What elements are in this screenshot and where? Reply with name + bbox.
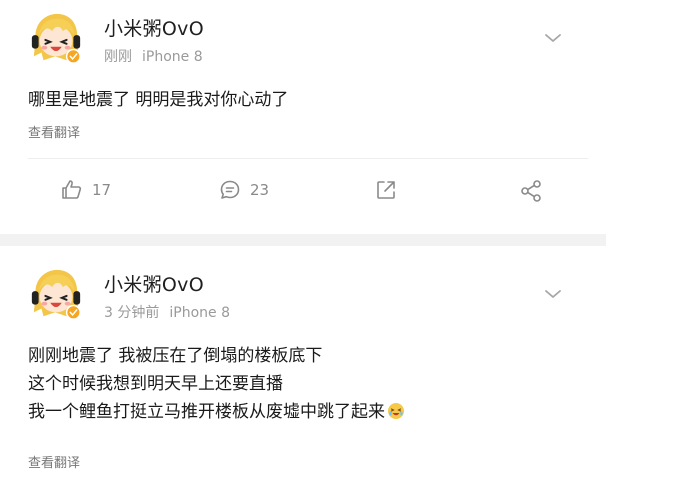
like-count: 17	[92, 181, 112, 199]
translate-link[interactable]: 查看翻译	[28, 452, 80, 471]
comment-bubble-icon	[220, 180, 240, 199]
avatar[interactable]	[28, 266, 84, 322]
post-meta: 3 分钟前 iPhone 8	[104, 302, 230, 322]
post-text: 哪里是地震了 明明是我对你心动了	[28, 86, 288, 114]
username[interactable]: 小米粥OvO	[104, 270, 204, 297]
verified-badge-icon	[65, 48, 81, 64]
background-margin	[606, 0, 690, 480]
post-text-line: 这个时候我想到明天早上还要直播	[28, 374, 283, 394]
laughing-emoji-icon	[388, 403, 404, 419]
comment-count: 23	[250, 181, 270, 199]
post-text-line: 我一个鲤鱼打挺立马推开楼板从废墟中跳了起来	[28, 398, 405, 426]
like-button[interactable]: 17	[60, 178, 111, 202]
share-nodes-icon	[521, 180, 541, 202]
avatar[interactable]	[28, 10, 84, 66]
chevron-down-icon[interactable]	[543, 286, 563, 300]
post-text-line: 刚刚地震了 我被压在了倒塌的楼板底下	[28, 346, 323, 366]
divider	[28, 158, 588, 159]
post-separator	[0, 234, 610, 246]
chevron-down-icon[interactable]	[543, 30, 563, 44]
post-text-line-content: 我一个鲤鱼打挺立马推开楼板从废墟中跳了起来	[28, 402, 385, 422]
post-meta: 刚刚 iPhone 8	[104, 46, 203, 66]
forward-button[interactable]	[374, 178, 398, 202]
verified-badge-icon	[65, 304, 81, 320]
share-arrow-icon	[377, 181, 395, 199]
translate-link[interactable]: 查看翻译	[28, 122, 80, 141]
post-text-line: 哪里是地震了 明明是我对你心动了	[28, 90, 289, 110]
username[interactable]: 小米粥OvO	[104, 14, 204, 41]
post-time: 刚刚	[104, 49, 132, 65]
post-card: 小米粥OvO 刚刚 iPhone 8 哪里是地震了 明明是我对你心动了 查看翻译 …	[8, 0, 606, 234]
post-device: iPhone 8	[169, 305, 230, 321]
post-time: 3 分钟前	[104, 305, 160, 321]
thumbs-up-icon	[62, 180, 82, 199]
post-card: 小米粥OvO 3 分钟前 iPhone 8 刚刚地震了 我被压在了倒塌的楼板底下 …	[8, 246, 606, 480]
post-text: 刚刚地震了 我被压在了倒塌的楼板底下 这个时候我想到明天早上还要直播 我一个鲤鱼…	[28, 342, 405, 426]
post-device: iPhone 8	[142, 49, 203, 65]
share-button[interactable]	[518, 178, 544, 204]
comment-button[interactable]: 23	[218, 178, 269, 202]
